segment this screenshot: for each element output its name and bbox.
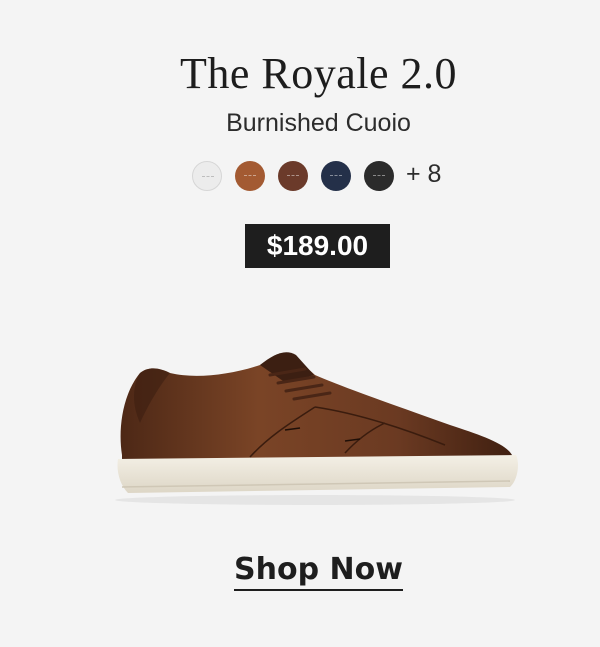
swatch-cuoio[interactable]	[235, 161, 265, 191]
sneaker-image	[115, 352, 519, 505]
swatch-black[interactable]	[364, 161, 394, 191]
swatch-navy[interactable]	[321, 161, 351, 191]
price-badge: $189.00	[245, 224, 390, 268]
swatch-white[interactable]	[192, 161, 222, 191]
more-colors-count[interactable]: + 8	[406, 161, 441, 187]
product-colorway: Burnished Cuoio	[226, 109, 411, 137]
shop-now-link[interactable]: Shop Now	[234, 552, 403, 591]
color-swatches: + 8	[192, 161, 441, 191]
product-title: The Royale 2.0	[179, 49, 458, 98]
shop-now-cta: Shop Now	[0, 552, 600, 591]
swatch-brown[interactable]	[278, 161, 308, 191]
